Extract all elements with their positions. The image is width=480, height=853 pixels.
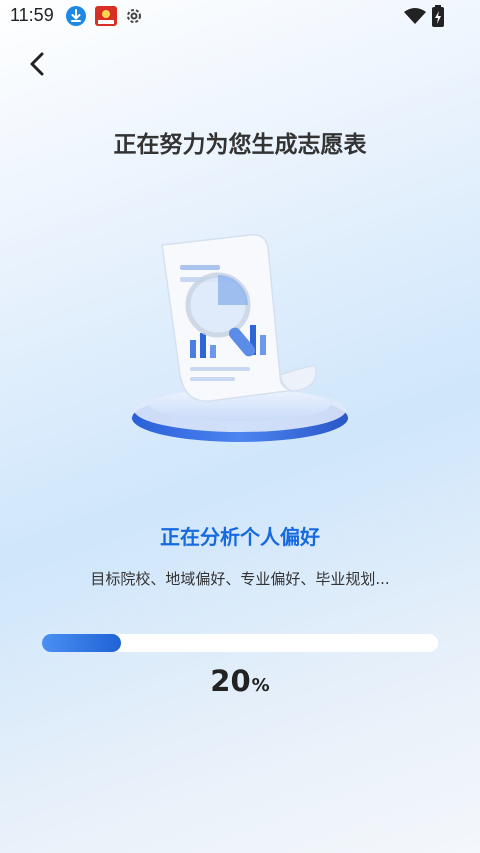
progress-percent-unit: % [251, 675, 270, 696]
progress-status-text: 正在分析个人偏好 [160, 525, 320, 549]
app-notification-icon [95, 6, 117, 26]
gear-icon [124, 6, 144, 26]
wifi-icon [404, 8, 426, 28]
progress-percent-value: 20 [210, 664, 251, 698]
status-bar: 11:59 [0, 0, 480, 32]
progress-detail-text: 目标院校、地域偏好、专业偏好、毕业规划... [90, 570, 390, 588]
document-analysis-illustration [130, 225, 355, 450]
chevron-left-icon [30, 52, 44, 76]
status-time: 11:59 [10, 5, 54, 25]
progress-percent: 20% [0, 664, 480, 698]
progress-bar-fill [42, 634, 122, 652]
back-button[interactable] [22, 48, 54, 80]
progress-bar [42, 634, 438, 652]
battery-icon [432, 5, 452, 27]
download-icon [66, 6, 86, 26]
page-title: 正在努力为您生成志愿表 [113, 132, 367, 158]
